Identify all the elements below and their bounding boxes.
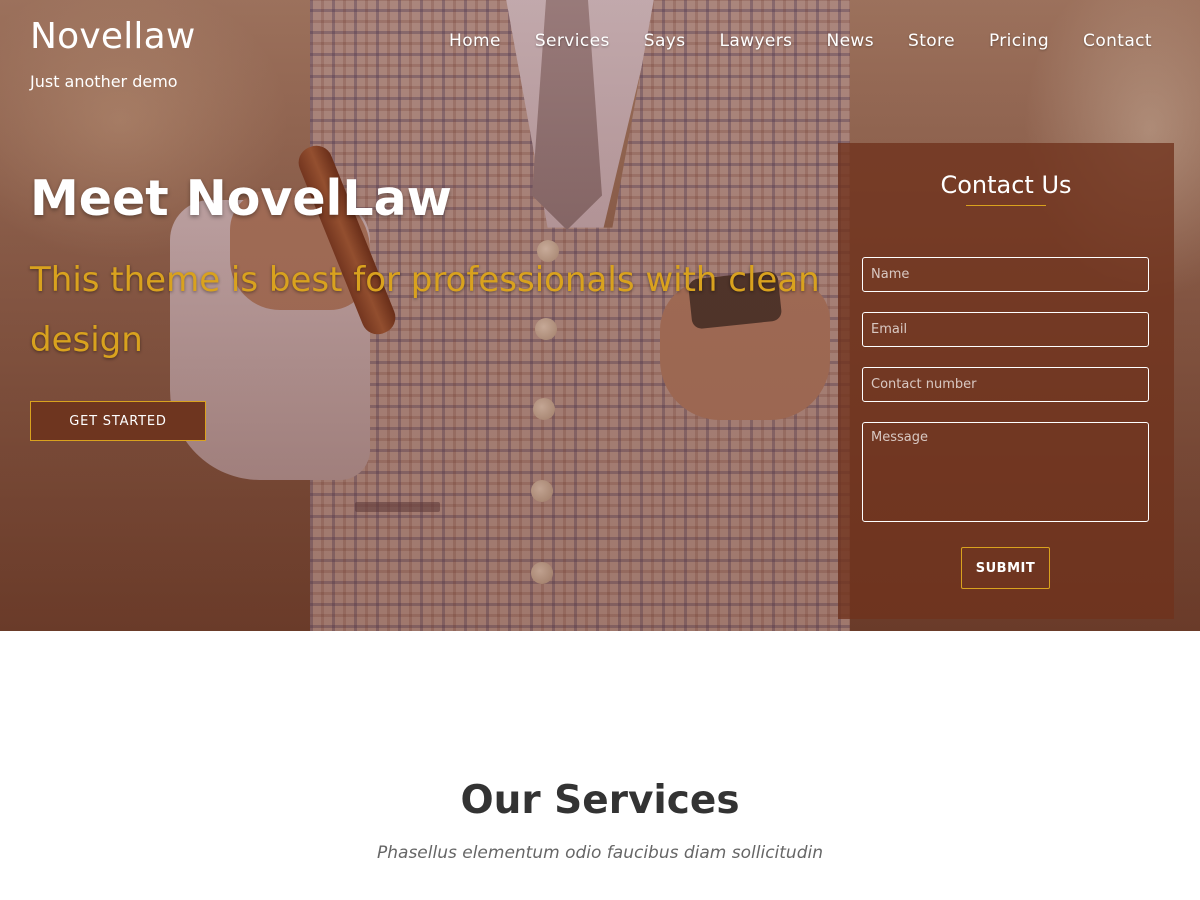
nav-item-news[interactable]: News <box>826 31 874 51</box>
main-nav: Home Services Says Lawyers News Store Pr… <box>415 31 1152 51</box>
contact-title-underline <box>966 205 1046 206</box>
nav-item-contact[interactable]: Contact <box>1083 31 1152 51</box>
services-title: Our Services <box>460 778 740 823</box>
hero-subtitle: This theme is best for professionals wit… <box>30 260 820 360</box>
nav-item-pricing[interactable]: Pricing <box>989 31 1049 51</box>
nav-item-says[interactable]: Says <box>644 31 686 51</box>
hero-section: Novellaw Just another demo Home Services… <box>0 0 1200 631</box>
nav-item-lawyers[interactable]: Lawyers <box>719 31 792 51</box>
name-input[interactable] <box>862 257 1149 292</box>
contact-number-input[interactable] <box>862 367 1149 402</box>
site-title[interactable]: Novellaw <box>30 16 196 57</box>
email-input[interactable] <box>862 312 1149 347</box>
get-started-button[interactable]: GET STARTED <box>30 401 206 441</box>
services-subtitle: Phasellus elementum odio faucibus diam s… <box>377 843 823 863</box>
message-textarea[interactable] <box>862 422 1149 522</box>
submit-button[interactable]: SUBMIT <box>961 547 1050 589</box>
contact-title: Contact Us <box>940 171 1072 199</box>
nav-item-store[interactable]: Store <box>908 31 955 51</box>
nav-item-home[interactable]: Home <box>449 31 501 51</box>
contact-form: Contact Us SUBMIT <box>838 143 1174 619</box>
site-tagline: Just another demo <box>30 72 178 91</box>
hero-title: Meet NovelLaw <box>30 170 452 227</box>
nav-item-services[interactable]: Services <box>535 31 610 51</box>
